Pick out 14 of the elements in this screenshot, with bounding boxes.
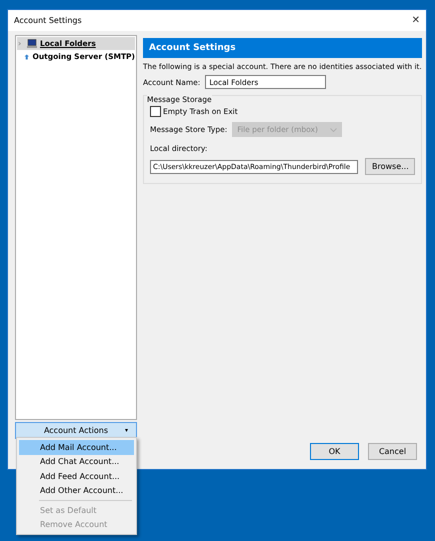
menu-item[interactable]: Add Other Account... bbox=[19, 484, 134, 498]
menu-item[interactable]: Add Mail Account... bbox=[19, 440, 134, 454]
menu-item[interactable]: Add Chat Account... bbox=[19, 454, 134, 469]
window-title: Account Settings bbox=[14, 16, 82, 25]
browse-button[interactable]: Browse... bbox=[365, 158, 415, 175]
menu-item[interactable]: Add Feed Account... bbox=[19, 469, 134, 484]
dialog-button[interactable]: OK bbox=[310, 443, 359, 460]
server-arrow-icon bbox=[24, 52, 30, 62]
close-button[interactable]: ✕ bbox=[412, 15, 420, 26]
empty-trash-checkbox[interactable] bbox=[150, 106, 161, 117]
chevron-down-icon bbox=[330, 128, 338, 132]
panel-header: Account Settings bbox=[143, 38, 422, 58]
dialog-button[interactable]: Cancel bbox=[368, 443, 417, 460]
computer-icon bbox=[27, 39, 37, 48]
